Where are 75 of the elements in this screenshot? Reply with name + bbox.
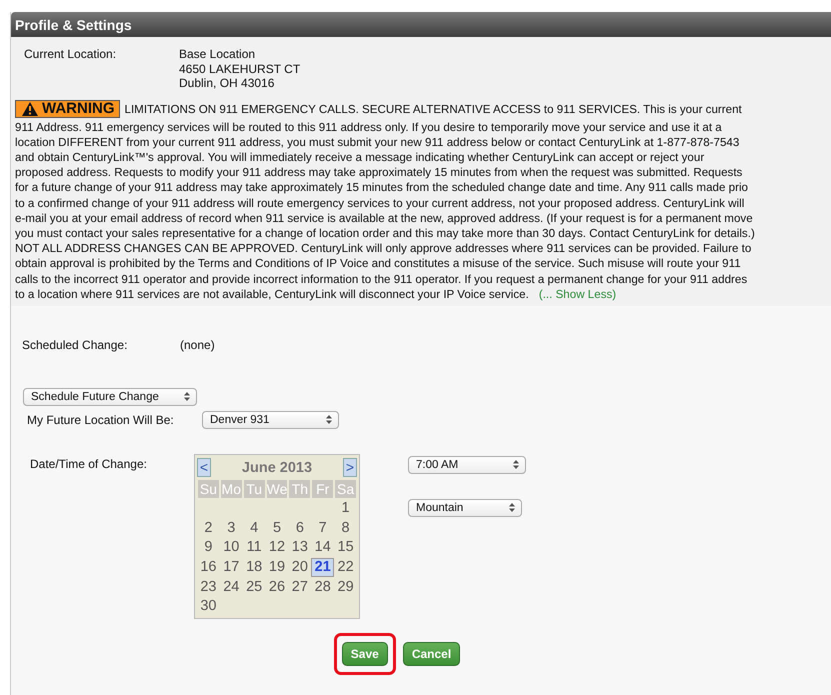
weekday-header: Mo <box>220 480 242 498</box>
weekday-header: Th <box>289 480 310 498</box>
warning-text-line: NOT ALL ADDRESS CHANGES CAN BE APPROVED. CenturyLink will only approve addresses where 911 services can be provided. Failure to <box>15 242 752 256</box>
up-down-arrows-icon <box>509 503 515 512</box>
up-down-arrows-icon <box>184 392 190 402</box>
address-line: Dublin, OH 43016 <box>179 76 276 90</box>
field-label: My Future Location Will Be: <box>27 412 175 427</box>
warning-text-line: location DIFFERENT from your current 911 address, you must submit your new 911 address below or contact CenturyLink at 1-877-878-7543 <box>15 136 740 149</box>
calendar-day[interactable]: 13 <box>288 538 312 557</box>
calendar-day[interactable]: 6 <box>288 518 312 538</box>
save-button[interactable]: Save <box>342 642 388 666</box>
warning-text-line: you must contact your sales representative for a change of location order and this may take more than 30 days. Contact CenturyLink for details.) <box>15 226 755 240</box>
warning-text-line: proposed address. Requests to modify your 911 address may take approximately 15 minutes from when the request was submitted. Requests <box>15 166 742 180</box>
weekday-header: Tu <box>244 480 265 498</box>
calendar-day[interactable]: 14 <box>311 538 334 557</box>
location-select[interactable]: Denver 931 <box>202 410 339 429</box>
warning-text-line: for a future change of your 911 address may take approximately 15 minutes from the scheduled change date and time. Any 911 calls made prio <box>15 181 748 194</box>
timezone-select[interactable]: Mountain <box>408 498 522 517</box>
warning-text-line: to a confirmed change of your 911 address will route emergency services to your current address, not your proposed address. CenturyLink will <box>15 196 744 210</box>
warning-text-line: 911 Address. 911 emergency services will be routed to this 911 address only. If you desire to temporarily move your service and use it at a <box>15 120 722 134</box>
calendar-day[interactable]: 16 <box>197 558 220 577</box>
calendar-day[interactable]: 9 <box>197 538 220 557</box>
warning-text-line: and obtain CenturyLink™'s approval. You will immediately receive a message indicating whether CenturyLink can accept or reject your <box>15 150 704 164</box>
weekday-header: Su <box>198 480 219 498</box>
calendar-day[interactable]: 5 <box>266 518 288 538</box>
calendar-day[interactable]: 26 <box>266 578 288 596</box>
cancel-button[interactable]: Cancel <box>402 642 460 666</box>
up-down-arrows-icon <box>326 415 332 424</box>
calendar-day[interactable]: 27 <box>288 578 312 596</box>
warning-text-line: to a location where 911 services are not available, CenturyLink will disconnect your IP Voice service. <box>15 288 529 301</box>
warning-text-line: e-mail you at your email address of record when 911 service is available at the new, approved address. (If your request is for a permanent move <box>15 212 753 225</box>
weekday-header: We <box>266 480 288 498</box>
calendar-day[interactable]: 1 <box>334 498 357 518</box>
calendar-day[interactable]: 19 <box>266 558 288 577</box>
action-select[interactable]: Schedule Future Change <box>23 388 197 406</box>
calendar-day[interactable]: 28 <box>311 578 334 596</box>
calendar-day[interactable]: 15 <box>334 538 357 557</box>
month-title: June 2013 <box>242 460 312 476</box>
calendar-day[interactable]: 7 <box>311 518 334 538</box>
field-value: (none) <box>180 338 215 352</box>
previous-month-button[interactable]: < <box>197 458 211 478</box>
calendar-day[interactable]: 24 <box>220 578 243 596</box>
warning-text-line: calls to the incorrect 911 operator and provide incorrect information to the 911 operator. If you request a permanent change for your 911 addres <box>15 272 748 286</box>
warning-badge: WARNING <box>15 100 120 118</box>
calendar-day[interactable]: 29 <box>334 578 357 596</box>
next-month-button[interactable]: > <box>342 458 357 478</box>
calendar-day[interactable]: 17 <box>220 558 243 577</box>
calendar-day[interactable]: 4 <box>242 518 266 538</box>
calendar-day[interactable]: 18 <box>242 558 266 577</box>
field-label: Current Location: <box>24 47 118 62</box>
calendar-day[interactable]: 12 <box>266 538 288 557</box>
address-line: Base Location <box>179 47 256 62</box>
address-line: 4650 LAKEHURST CT <box>179 62 300 76</box>
calendar-day[interactable]: 21 <box>311 558 334 577</box>
calendar-day[interactable]: 8 <box>334 518 357 538</box>
up-down-arrows-icon <box>513 460 519 470</box>
warning-text-line: LIMITATIONS ON 911 EMERGENCY CALLS. SECURE ALTERNATIVE ACCESS to 911 SERVICES. This is your current <box>124 102 742 118</box>
field-label: Scheduled Change: <box>22 338 128 352</box>
calendar-day[interactable]: 25 <box>242 578 266 596</box>
warning-text-line: obtain approval is prohibited by the Terms and Conditions of IP Voice and constitutes a misuse of the service. Such misuse will route your 911 <box>15 257 741 270</box>
panel-header: Profile & Settings <box>11 12 831 37</box>
field-label: Date/Time of Change: <box>30 456 148 471</box>
calendar-day[interactable]: 20 <box>288 558 312 577</box>
calendar-day[interactable]: 2 <box>197 518 220 538</box>
calendar-day[interactable]: 23 <box>197 578 220 596</box>
calendar-day[interactable]: 30 <box>197 597 220 616</box>
calendar-day[interactable]: 3 <box>220 518 243 538</box>
time-select[interactable]: 7:00 AM <box>408 456 526 474</box>
weekday-header: Sa <box>335 480 356 498</box>
show-less-link[interactable]: (... Show Less) <box>538 288 616 301</box>
calendar-day[interactable]: 10 <box>220 538 243 557</box>
calendar-day[interactable]: 22 <box>334 558 357 577</box>
calendar-day[interactable]: 11 <box>242 538 266 557</box>
warning-icon <box>22 102 38 116</box>
weekday-header: Fr <box>312 480 334 498</box>
